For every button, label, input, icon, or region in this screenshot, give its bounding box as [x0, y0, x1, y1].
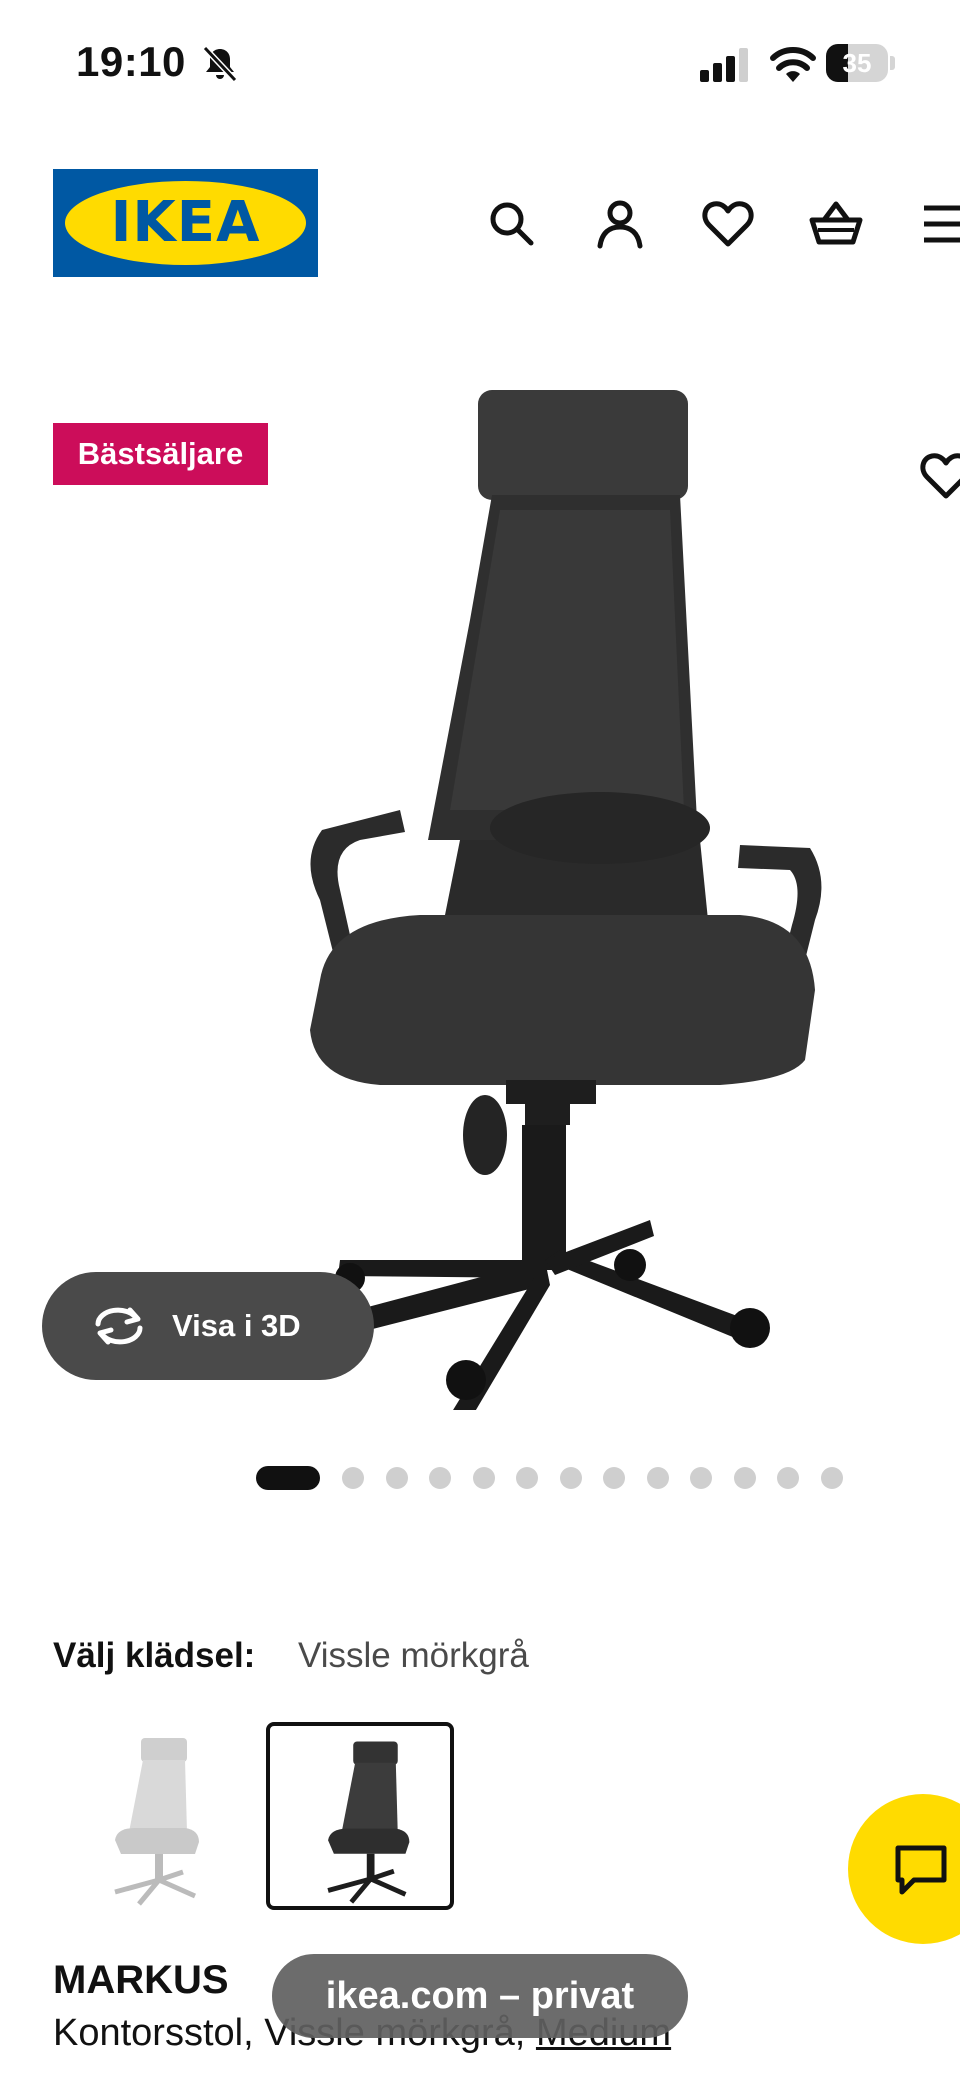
swatch-vissle-light-grey[interactable]	[55, 1722, 241, 1908]
carousel-dot[interactable]	[385, 1467, 408, 1489]
carousel-dot[interactable]	[646, 1467, 669, 1489]
user-icon[interactable]	[592, 196, 648, 252]
view-in-3d-label: Visa i 3D	[172, 1308, 301, 1343]
battery-icon: 35	[826, 44, 896, 82]
heart-icon[interactable]	[700, 196, 756, 252]
carousel-dot[interactable]	[733, 1467, 756, 1489]
carousel-dot[interactable]	[820, 1467, 843, 1489]
swatch-vissle-dark-grey[interactable]	[266, 1722, 454, 1910]
product-image-office-chair[interactable]	[270, 380, 830, 1410]
wifi-icon	[770, 47, 816, 82]
carousel-dot[interactable]	[559, 1467, 582, 1489]
bestseller-badge: Bästsäljare	[53, 423, 268, 485]
carousel-dot[interactable]	[516, 1467, 538, 1489]
carousel-dot[interactable]	[603, 1467, 625, 1489]
chat-icon	[895, 1845, 947, 1895]
view-in-3d-button[interactable]: Visa i 3D	[42, 1272, 374, 1380]
chair-thumbnail-light	[114, 1738, 199, 1906]
upholstery-label: Välj klädsel:	[53, 1636, 256, 1675]
ikea-logo[interactable]: IKEA	[53, 169, 318, 277]
image-carousel-indicator[interactable]	[0, 1464, 960, 1490]
carousel-dot[interactable]	[472, 1467, 495, 1489]
menu-icon[interactable]	[922, 196, 960, 252]
product-name: MARKUS	[53, 1958, 229, 2002]
cellular-signal-icon	[700, 48, 748, 82]
search-icon[interactable]	[484, 196, 540, 252]
battery-level: 35	[842, 48, 872, 78]
carousel-dot[interactable]	[777, 1467, 799, 1489]
carousel-dot[interactable]	[690, 1467, 712, 1489]
cart-icon[interactable]	[808, 196, 864, 252]
add-to-favourites-icon[interactable]	[916, 448, 960, 504]
carousel-dot-active[interactable]	[256, 1466, 320, 1490]
status-time: 19:10	[76, 38, 186, 85]
carousel-dot[interactable]	[429, 1467, 451, 1489]
upholstery-value: Vissle mörkgrå	[298, 1636, 529, 1675]
rotate-3d-icon	[95, 1307, 143, 1345]
chat-button[interactable]	[848, 1794, 960, 1944]
browser-url-pill[interactable]: ikea.com – privat	[272, 1954, 688, 2038]
chair-thumbnail-dark	[327, 1741, 410, 1904]
bell-muted-icon	[202, 45, 238, 83]
carousel-dot[interactable]	[342, 1467, 364, 1489]
